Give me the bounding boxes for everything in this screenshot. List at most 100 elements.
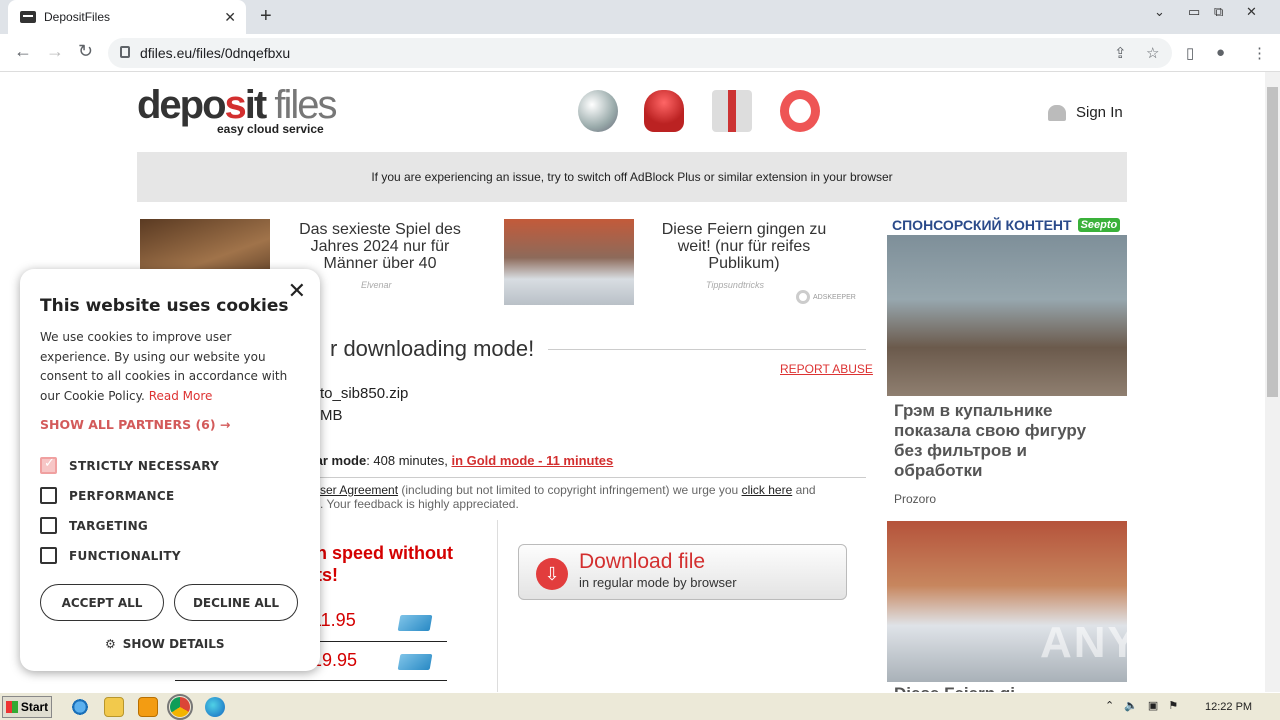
checkbox-icon[interactable] (40, 517, 57, 534)
site-logo[interactable]: deposit files easy cloud service (137, 83, 338, 136)
checkbox-label: TARGETING (69, 518, 149, 533)
checkbox-icon[interactable] (40, 547, 57, 564)
download-button-title: Download file (579, 550, 706, 573)
ad-source-2: Tippsundtricks (706, 280, 764, 290)
checkbox-strictly-necessary[interactable]: STRICTLY NECESSARY (40, 456, 219, 474)
user-agreement-link[interactable]: ser Agreement (320, 483, 398, 497)
ad-title-2[interactable]: Diese Feiern gingen zu weit! (nur für re… (646, 221, 842, 272)
close-icon[interactable]: ✕ (288, 279, 306, 304)
column-divider (497, 520, 498, 692)
new-tab-icon[interactable]: + (260, 5, 272, 28)
anyrun-watermark: ANY RUN (1040, 618, 1254, 667)
network-icon[interactable]: ▣ (1148, 699, 1158, 712)
volume-icon[interactable]: 🔈 (1124, 699, 1138, 712)
agreement-body: (including but not limited to copyright … (398, 483, 742, 497)
start-button[interactable]: Start (2, 696, 52, 718)
section-divider (280, 477, 866, 478)
file-explorer-icon[interactable] (104, 697, 124, 717)
price-divider (175, 680, 447, 681)
gold-coins-icon[interactable] (644, 90, 684, 132)
chrome-icon[interactable] (167, 694, 193, 720)
credit-card-icon (397, 615, 433, 631)
file-size: MB (320, 407, 343, 424)
close-window-icon[interactable]: ✕ (1246, 4, 1257, 20)
sponsored-source: Prozoro (894, 492, 937, 506)
adblock-notice: If you are experiencing an issue, try to… (137, 152, 1127, 202)
edge-icon[interactable] (205, 697, 225, 717)
windows-taskbar: Start ⌃ 🔈 ▣ ⚑ 12:22 PM (0, 692, 1280, 720)
logo-text-4: files (274, 83, 337, 127)
checkbox-performance[interactable]: PERFORMANCE (40, 487, 174, 504)
read-more-link[interactable]: Read More (149, 389, 213, 403)
back-icon[interactable]: ← (14, 41, 32, 62)
bookmark-star-icon[interactable]: ☆ (1146, 44, 1159, 62)
forward-icon[interactable]: → (46, 41, 64, 62)
logo-text-2: s (224, 83, 247, 127)
cookie-description: We use cookies to improve user experienc… (40, 328, 302, 406)
click-here-link[interactable]: click here (742, 483, 793, 497)
browser-tab[interactable]: DepositFiles ✕ (8, 0, 246, 34)
sponsored-image-1[interactable] (887, 235, 1127, 396)
reload-icon[interactable]: ↻ (78, 41, 93, 62)
scrollbar-thumb[interactable] (1267, 87, 1278, 397)
windows-flag-icon (5, 701, 18, 713)
lifebuoy-icon[interactable] (780, 90, 820, 132)
decline-all-button[interactable]: DECLINE ALL (174, 584, 298, 621)
checkbox-functionality[interactable]: FUNCTIONALITY (40, 547, 181, 564)
logo-tagline: easy cloud service (217, 122, 324, 136)
show-details-button[interactable]: ⚙ SHOW DETAILS (105, 637, 225, 651)
page-scrollbar[interactable] (1265, 72, 1280, 692)
sponsored-headline-2[interactable]: Diese Feiern gi (894, 684, 1015, 692)
sign-in-link[interactable]: Sign In (1048, 104, 1123, 121)
download-file-button[interactable]: ⇩ Download file in regular mode by brows… (518, 544, 847, 600)
promo-line-1: n speed without (316, 543, 453, 563)
site-favicon-icon (20, 11, 36, 23)
sponsored-header: СПОНСОРСКИЙ КОНТЕНТ Seepto (892, 217, 1121, 233)
tab-strip: DepositFiles ✕ + ⌄ ▭ ⧉ ✕ (0, 0, 1280, 34)
checkbox-icon[interactable] (40, 487, 57, 504)
sponsored-headline[interactable]: Грэм в купальнике показала свою фигуру б… (894, 401, 1119, 481)
upload-globe-icon[interactable] (578, 90, 618, 132)
side-panel-icon[interactable]: ▯ (1186, 44, 1194, 62)
media-player-icon[interactable] (138, 697, 158, 717)
file-name: to_sib850.zip (320, 385, 409, 402)
mode-value: : 408 minutes, (366, 453, 452, 468)
logo-text-1: depo (137, 83, 227, 127)
logo-text-3: it (244, 83, 267, 127)
restore-icon[interactable]: ⧉ (1214, 4, 1223, 20)
checkbox-label: PERFORMANCE (69, 488, 175, 503)
download-button-subtitle: in regular mode by browser (579, 575, 737, 590)
ad-title-1[interactable]: Das sexieste Spiel des Jahres 2024 nur f… (282, 221, 478, 272)
report-abuse-link[interactable]: REPORT ABUSE (780, 362, 873, 376)
show-partners-link[interactable]: SHOW ALL PARTNERS (6) → (40, 417, 230, 432)
minimize-icon[interactable]: ▭ (1188, 4, 1200, 20)
system-tray: ⌃ 🔈 ▣ ⚑ (1105, 699, 1178, 712)
flag-icon[interactable]: ⚑ (1168, 699, 1178, 712)
tab-search-icon[interactable]: ⌄ (1154, 4, 1165, 20)
url-text: dfiles.eu/files/0dnqefbxu (140, 45, 291, 61)
adskeeper-badge[interactable]: ADSKEEPER (796, 290, 856, 304)
clock: 12:22 PM (1205, 701, 1253, 713)
gift-icon[interactable] (712, 90, 752, 132)
gold-mode-link[interactable]: in Gold mode - 11 minutes (451, 453, 613, 468)
mode-label: lar mode (312, 453, 367, 468)
gear-icon: ⚙ (105, 637, 116, 651)
checkbox-targeting[interactable]: TARGETING (40, 517, 148, 534)
ad-source-1: Elvenar (361, 280, 392, 290)
checkbox-checked-icon[interactable] (40, 456, 57, 474)
start-label: Start (20, 700, 49, 714)
address-bar[interactable]: dfiles.eu/files/0dnqefbxu (108, 38, 1172, 68)
tray-arrow-icon[interactable]: ⌃ (1105, 699, 1114, 712)
cookie-title: This website uses cookies (40, 296, 289, 316)
ad-image-2[interactable] (504, 219, 634, 305)
download-time-info: lar mode: 408 minutes, in Gold mode - 11… (312, 453, 613, 468)
key-icon (796, 290, 810, 304)
share-icon[interactable]: ⇪ (1114, 44, 1127, 62)
close-tab-icon[interactable]: ✕ (224, 9, 236, 26)
internet-explorer-icon[interactable] (70, 697, 90, 717)
accept-all-button[interactable]: ACCEPT ALL (40, 584, 164, 621)
menu-icon[interactable]: ⋮ (1252, 44, 1267, 62)
profile-icon[interactable]: ● (1216, 44, 1225, 61)
lock-icon (120, 46, 130, 58)
premium-promo-title: n speed without ts! (316, 542, 453, 586)
